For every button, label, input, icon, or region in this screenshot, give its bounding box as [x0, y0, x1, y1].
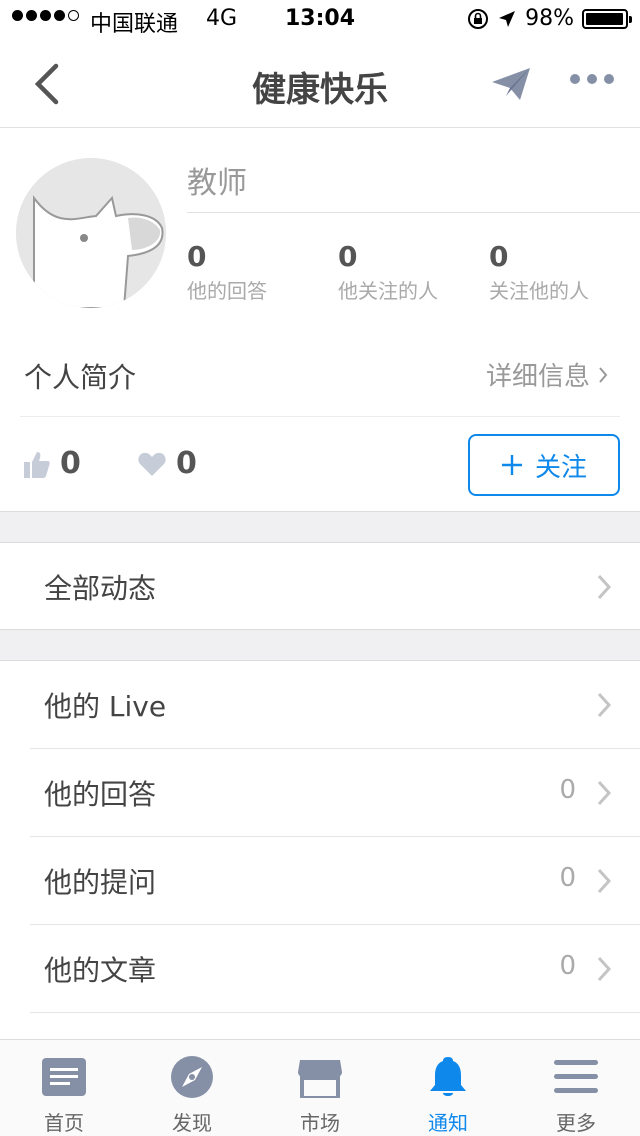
status-bar: 中国联通 4G 13:04 98%	[0, 0, 640, 40]
tab-market[interactable]: 市场	[256, 1040, 384, 1136]
thumbs-up-icon	[24, 451, 50, 478]
row-label: 他的文章	[44, 954, 157, 987]
navigation-bar: 健康快乐	[0, 40, 640, 128]
thanks-count: 0	[138, 446, 197, 481]
tab-notifications[interactable]: 通知	[384, 1040, 512, 1136]
stat-label: 他关注的人	[338, 279, 438, 303]
stat-value: 0	[187, 240, 207, 273]
compass-icon	[171, 1055, 213, 1098]
chevron-right-icon	[597, 574, 612, 600]
bell-icon	[430, 1056, 466, 1096]
stat-label: 关注他的人	[489, 279, 589, 303]
paper-plane-icon	[492, 68, 530, 100]
row-label: 全部动态	[44, 572, 157, 605]
store-icon	[298, 1059, 342, 1098]
section-separator	[0, 511, 640, 543]
avatar[interactable]	[16, 158, 166, 308]
detail-info-label: 详细信息	[485, 362, 590, 392]
follow-button[interactable]: 关注	[468, 434, 620, 496]
list-item-questions[interactable]: 他的提问 0	[0, 837, 640, 925]
list-item-articles[interactable]: 他的文章 0	[0, 925, 640, 1013]
tab-label: 首页	[44, 1111, 84, 1135]
dot-icon	[570, 74, 580, 84]
all-activity-row[interactable]: 全部动态	[0, 543, 640, 631]
stat-answers[interactable]: 0 他的回答	[187, 240, 267, 304]
location-arrow-icon	[499, 10, 516, 27]
tab-discover[interactable]: 发现	[128, 1040, 256, 1136]
share-button[interactable]	[490, 64, 532, 108]
stat-followers[interactable]: 0 关注他的人	[489, 240, 589, 304]
dot-icon	[587, 74, 597, 84]
orientation-lock-icon	[468, 8, 489, 29]
tab-label: 通知	[428, 1111, 468, 1135]
default-avatar-dog-icon	[16, 158, 166, 308]
likes-count: 0	[24, 446, 81, 481]
tab-label: 更多	[556, 1111, 596, 1135]
likes-value: 0	[60, 446, 81, 481]
list-item-answers[interactable]: 他的回答 0	[0, 749, 640, 837]
thanks-value: 0	[176, 446, 197, 481]
heart-icon	[138, 452, 166, 476]
row-label: 他的提问	[44, 866, 157, 899]
user-role: 教师	[187, 166, 247, 201]
tab-home[interactable]: 首页	[0, 1040, 128, 1136]
row-label: 他的回答	[44, 778, 157, 811]
chevron-right-icon	[597, 780, 612, 806]
row-count: 0	[559, 775, 576, 805]
tab-bar: 首页 发现 市场 通知 更多	[0, 1039, 640, 1136]
detail-info-link[interactable]: 详细信息	[486, 356, 608, 393]
chevron-right-icon	[597, 868, 612, 894]
home-icon	[42, 1057, 86, 1096]
dot-icon	[604, 74, 614, 84]
chevron-right-icon	[597, 956, 612, 982]
list-item-live[interactable]: 他的 Live	[0, 661, 640, 749]
stat-value: 0	[489, 240, 509, 273]
section-separator	[0, 629, 640, 661]
divider	[187, 212, 640, 213]
page-title: 健康快乐	[252, 70, 388, 110]
stat-value: 0	[338, 240, 358, 273]
row-label: 他的 Live	[44, 690, 167, 723]
menu-icon	[554, 1059, 598, 1093]
plus-icon	[501, 455, 522, 475]
chevron-right-icon	[597, 692, 612, 718]
tab-more[interactable]: 更多	[512, 1040, 640, 1136]
row-count: 0	[559, 951, 576, 981]
follow-label: 关注	[534, 452, 587, 483]
row-count: 0	[559, 863, 576, 893]
intro-label: 个人简介	[24, 361, 137, 394]
stat-following[interactable]: 0 他关注的人	[338, 240, 438, 304]
battery-icon	[582, 8, 632, 29]
tab-label: 市场	[300, 1111, 340, 1135]
divider	[20, 416, 620, 417]
more-options-button[interactable]	[570, 74, 614, 84]
battery-percent: 98%	[525, 6, 574, 31]
tab-label: 发现	[172, 1111, 212, 1135]
stat-label: 他的回答	[187, 279, 267, 303]
chevron-right-icon	[599, 366, 608, 383]
divider	[30, 1012, 640, 1013]
